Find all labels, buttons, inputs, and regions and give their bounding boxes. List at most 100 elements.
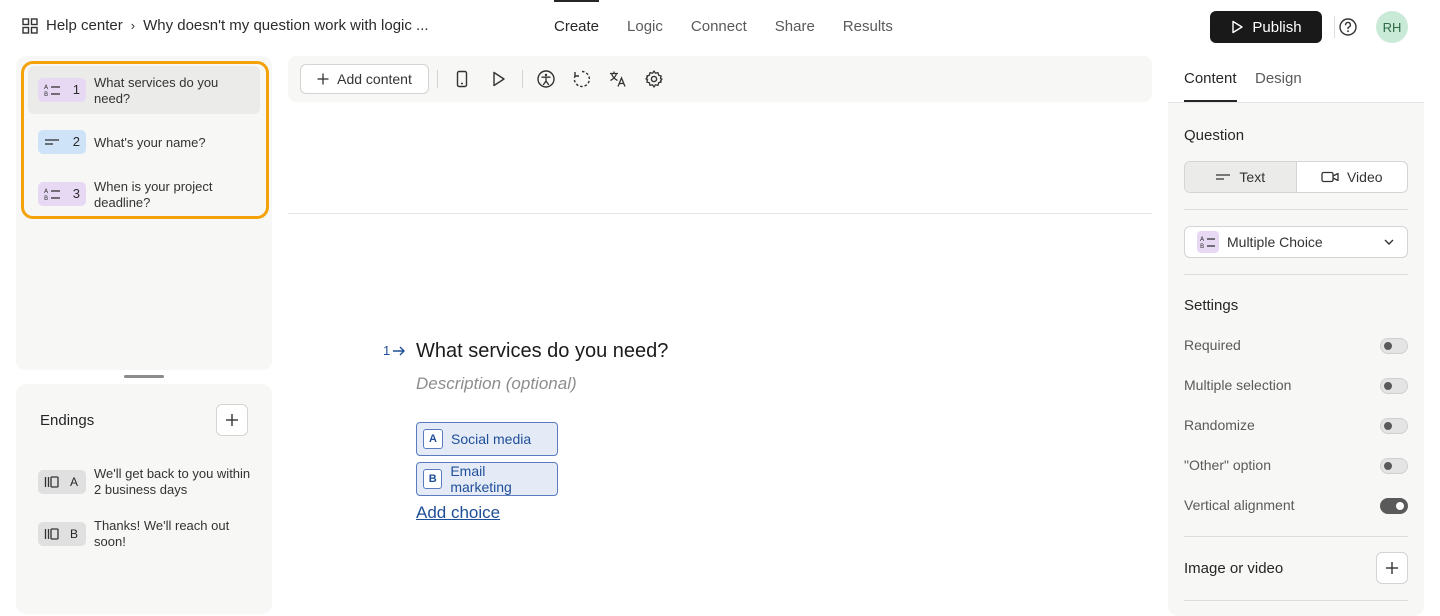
main-nav-tabs: Create Logic Connect Share Results [540, 0, 907, 54]
short-text-icon [1216, 174, 1231, 180]
question-type-badge: A B 1 [38, 78, 86, 102]
question-type-badge: 2 [38, 130, 86, 154]
format-video-option[interactable]: Video [1297, 162, 1408, 192]
section-divider [1184, 600, 1408, 601]
ending-letter: B [69, 527, 78, 541]
question-item-3[interactable]: A B 3 When is your project deadline? [28, 170, 260, 218]
help-icon[interactable] [1338, 17, 1358, 37]
tab-design[interactable]: Design [1255, 70, 1302, 87]
active-tab-indicator [1184, 100, 1237, 102]
endings-panel: Endings A We'll get back to you within 2… [16, 384, 272, 614]
grid-icon[interactable] [22, 17, 38, 34]
multiple-choice-icon: A B [44, 188, 60, 201]
question-number: 2 [72, 134, 80, 149]
question-format-toggle: Text Video [1184, 161, 1408, 193]
tab-logic[interactable]: Logic [613, 0, 677, 54]
setting-label: Randomize [1184, 417, 1255, 433]
setting-multiple-selection: Multiple selection [1184, 375, 1408, 395]
question-item-1[interactable]: A B 1 What services do you need? [28, 66, 260, 114]
setting-label: Multiple selection [1184, 377, 1292, 393]
add-choice-link[interactable]: Add choice [416, 503, 500, 523]
ending-icon [44, 528, 59, 540]
svg-text:A: A [1200, 236, 1205, 243]
gear-icon[interactable] [644, 69, 664, 89]
setting-label: Vertical alignment [1184, 497, 1295, 513]
setting-label: Required [1184, 337, 1241, 353]
required-toggle[interactable] [1380, 338, 1408, 354]
question-title[interactable]: What services do you need? [416, 340, 668, 363]
question-heading: Question [1184, 127, 1245, 144]
tab-connect[interactable]: Connect [677, 0, 761, 54]
add-media-button[interactable] [1376, 552, 1408, 584]
choice-a[interactable]: A Social media [416, 422, 558, 456]
tab-create[interactable]: Create [540, 0, 613, 54]
add-content-label: Add content [337, 71, 412, 87]
section-divider [1184, 536, 1408, 537]
chevron-right-icon: › [130, 18, 136, 33]
other-option-toggle[interactable] [1380, 458, 1408, 474]
settings-heading: Settings [1184, 297, 1239, 314]
mobile-preview-icon[interactable] [452, 69, 472, 89]
question-type-dropdown[interactable]: A B Multiple Choice [1184, 226, 1408, 258]
breadcrumb-current[interactable]: Why doesn't my question work with logic … [143, 17, 428, 34]
toolbar-divider [437, 70, 438, 88]
add-ending-button[interactable] [216, 404, 248, 436]
question-number: 1 [72, 82, 80, 97]
tab-content[interactable]: Content [1184, 70, 1237, 87]
format-video-label: Video [1346, 169, 1383, 185]
svg-text:B: B [44, 195, 48, 201]
short-text-icon [45, 139, 59, 145]
randomize-toggle[interactable] [1380, 418, 1408, 434]
multiple-choice-icon: A B [44, 84, 60, 97]
format-text-option[interactable]: Text [1185, 162, 1297, 192]
add-content-button[interactable]: Add content [300, 64, 429, 94]
loading-spinner-icon[interactable] [572, 69, 592, 89]
properties-tabs: Content Design [1168, 56, 1424, 103]
ending-letter: A [69, 475, 78, 489]
plus-icon [1386, 562, 1398, 574]
description-input[interactable]: Description (optional) [416, 374, 577, 394]
choice-key: A [423, 429, 443, 449]
video-camera-icon [1321, 171, 1339, 183]
svg-text:A: A [44, 188, 49, 195]
svg-text:B: B [1200, 243, 1204, 249]
section-divider [1184, 274, 1408, 275]
avatar[interactable]: RH [1376, 11, 1408, 43]
properties-panel: Content Design Question Text Video A B M… [1168, 56, 1424, 616]
question-item-2[interactable]: 2 What's your name? [28, 118, 260, 166]
ending-label: We'll get back to you within 2 business … [94, 466, 251, 497]
vertical-alignment-toggle[interactable] [1380, 498, 1408, 514]
choice-label: Social media [451, 431, 532, 447]
play-icon[interactable] [488, 69, 508, 89]
multiple-choice-icon: A B [1200, 236, 1215, 249]
svg-text:B: B [44, 91, 48, 97]
breadcrumb-root[interactable]: Help center [46, 17, 123, 34]
setting-label: "Other" option [1184, 457, 1271, 473]
question-type-value: Multiple Choice [1227, 234, 1323, 250]
section-divider [1184, 209, 1408, 210]
play-icon [1232, 20, 1244, 34]
header-divider [1334, 16, 1335, 38]
plus-icon [317, 73, 329, 85]
toolbar-divider [522, 70, 523, 88]
ending-item-b[interactable]: B Thanks! We'll reach out soon! [38, 516, 262, 552]
choice-b[interactable]: B Email marketing [416, 462, 558, 496]
setting-required: Required [1184, 335, 1408, 355]
ending-badge: B [38, 522, 86, 546]
accessibility-icon[interactable] [536, 69, 556, 89]
publish-button[interactable]: Publish [1210, 11, 1322, 43]
question-number: 3 [72, 186, 80, 201]
canvas-question-number: 1 [383, 343, 391, 358]
multiple-selection-toggle[interactable] [1380, 378, 1408, 394]
tab-share[interactable]: Share [761, 0, 829, 54]
question-label: What's your name? [94, 135, 206, 150]
setting-other-option: "Other" option [1184, 455, 1408, 475]
breadcrumb: Help center › Why doesn't my question wo… [22, 17, 429, 34]
ending-item-a[interactable]: A We'll get back to you within 2 busines… [38, 464, 262, 500]
arrow-right-icon [393, 346, 406, 355]
canvas-divider [288, 213, 1152, 214]
translate-icon[interactable] [608, 69, 628, 89]
tab-results[interactable]: Results [829, 0, 907, 54]
question-type-badge: A B 3 [38, 182, 86, 206]
panel-resize-handle[interactable] [124, 375, 164, 378]
